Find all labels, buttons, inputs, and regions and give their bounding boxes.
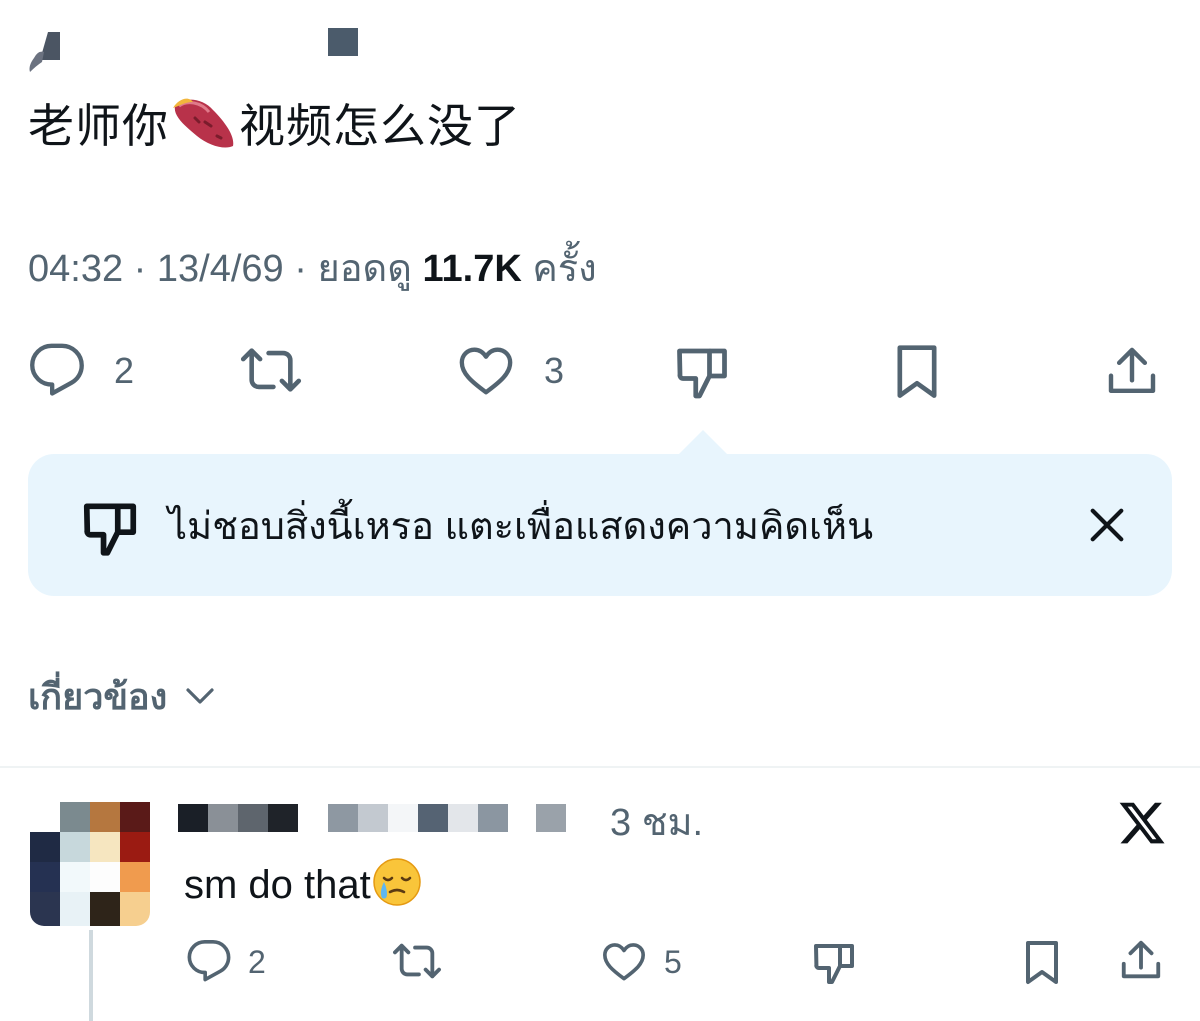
retweet-button[interactable] [238, 341, 308, 399]
face-holding-back-tears-emoji [371, 856, 423, 908]
views-count[interactable]: 11.7K [422, 248, 521, 290]
sweet-potato-emoji [169, 92, 239, 152]
reply-time[interactable]: 3 ชม. [610, 800, 703, 846]
retweet-icon [390, 938, 444, 984]
reply-button[interactable]: 2 [28, 341, 148, 399]
views-label: ยอดดู [317, 248, 412, 290]
author-header [24, 24, 364, 76]
dislike-button[interactable] [672, 341, 732, 401]
close-icon[interactable] [1088, 506, 1126, 544]
reply-icon [186, 938, 232, 984]
like-count: 3 [544, 350, 565, 391]
dislike-toast-message[interactable]: ไม่ชอบสิ่งนี้เหรอ แตะเพื่อแสดงความคิดเห็… [168, 503, 873, 551]
author-name-redacted[interactable] [328, 28, 358, 56]
reply-icon [28, 341, 86, 399]
toast-pointer [677, 430, 729, 456]
reply-reply-button[interactable]: 2 [186, 938, 276, 984]
x-logo-icon[interactable] [1116, 798, 1168, 848]
author-avatar-fragment[interactable] [26, 28, 60, 74]
tweet-text-before: 老师你 [28, 100, 169, 152]
reply-author-redacted[interactable] [178, 804, 570, 834]
bookmark-icon [1020, 938, 1064, 986]
bookmark-button[interactable] [890, 341, 944, 401]
tweet-date[interactable]: 13/4/69 [157, 248, 284, 290]
reply-like-button[interactable]: 5 [600, 938, 700, 984]
reply-reply-count: 2 [248, 944, 266, 980]
related-label: เกี่ยวข้อง [28, 676, 168, 717]
thumbs-down-icon [672, 341, 732, 401]
heart-icon [456, 341, 516, 399]
thumbs-down-icon [810, 938, 858, 986]
share-button[interactable] [1104, 341, 1160, 401]
reply-bookmark-button[interactable] [1020, 938, 1064, 986]
reply-count: 2 [114, 350, 135, 391]
tweet-meta: 04:32 · 13/4/69 · ยอดดู 11.7K ครั้ง [28, 244, 597, 294]
chevron-down-icon [185, 670, 215, 716]
meta-separator: · [133, 248, 147, 290]
reply-dislike-button[interactable] [810, 938, 858, 986]
tweet-action-bar: 2 3 [0, 335, 1200, 405]
heart-icon [600, 938, 648, 984]
reply-like-count: 5 [664, 944, 682, 980]
meta-separator: · [294, 248, 307, 290]
share-icon [1118, 936, 1164, 984]
thumbs-down-icon [78, 496, 142, 558]
tweet-text: 老师你 视频怎么没了 [28, 92, 521, 158]
reply-text: sm do that [184, 856, 423, 911]
reply-avatar[interactable] [30, 802, 150, 926]
reply-share-button[interactable] [1118, 936, 1164, 986]
tweet-text-after: 视频怎么没了 [239, 100, 521, 152]
like-button[interactable]: 3 [456, 341, 586, 399]
bookmark-icon [890, 341, 944, 401]
views-suffix: ครั้ง [532, 248, 597, 290]
related-toggle[interactable]: เกี่ยวข้อง [28, 670, 215, 720]
share-icon [1104, 341, 1160, 401]
reply-text-content: sm do that [184, 863, 371, 907]
section-divider [0, 766, 1200, 768]
retweet-icon [238, 341, 304, 399]
reply-retweet-button[interactable] [390, 938, 446, 984]
reply-action-bar: 2 5 [0, 934, 1200, 988]
tweet-time[interactable]: 04:32 [28, 248, 123, 290]
